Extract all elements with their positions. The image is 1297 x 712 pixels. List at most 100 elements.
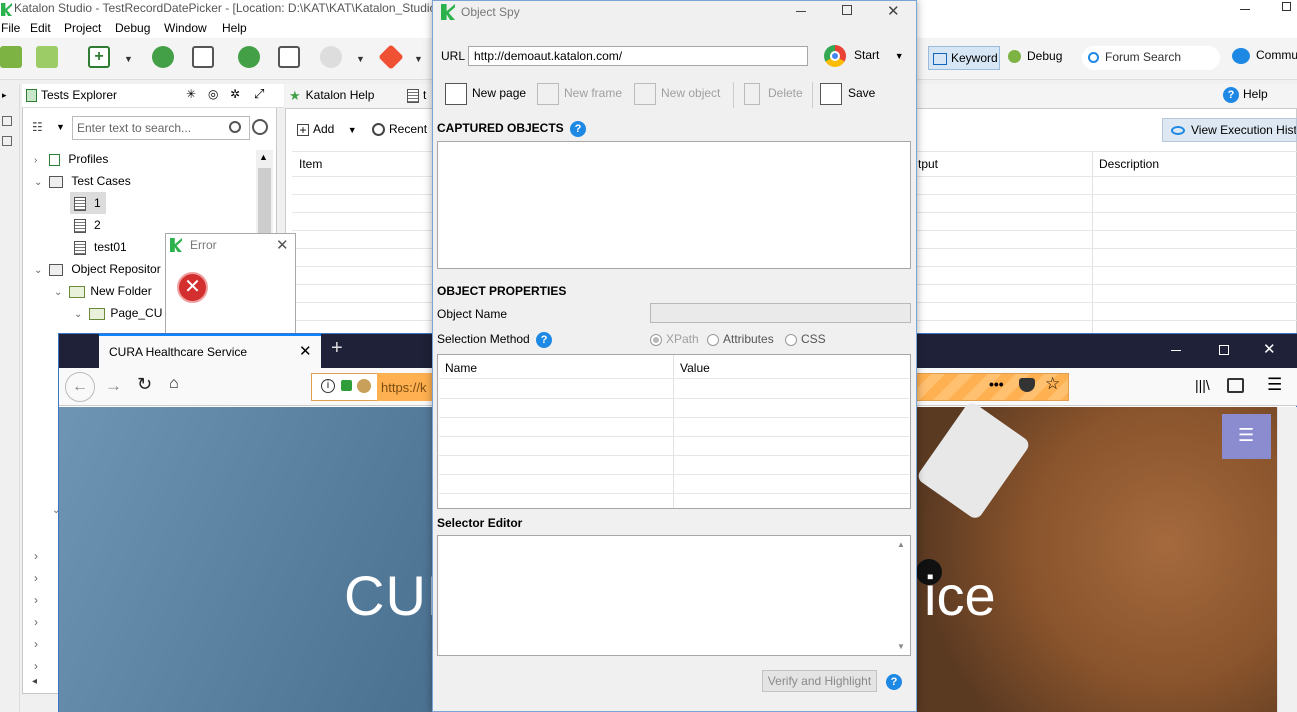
reload-button[interactable]: ↻ <box>137 374 152 395</box>
back-button[interactable]: ← <box>65 372 95 402</box>
library-icon[interactable]: |||\ <box>1195 377 1210 393</box>
chevron-down-icon[interactable]: ▼ <box>895 51 904 61</box>
community-button[interactable]: Commu <box>1232 48 1297 64</box>
chevron-down-icon[interactable]: ▼ <box>348 125 357 135</box>
link-icon[interactable]: ✲ <box>230 87 240 101</box>
chevron-right-icon[interactable]: › <box>34 593 38 607</box>
object-name-input[interactable] <box>650 303 911 323</box>
help-icon[interactable]: ? <box>570 121 587 137</box>
tree-item-test-case[interactable]: test01 <box>74 236 127 258</box>
advanced-search-icon[interactable] <box>252 119 268 135</box>
chevron-down-icon[interactable]: ⌄ <box>34 260 46 282</box>
menu-debug[interactable]: Debug <box>115 21 150 35</box>
keyword-perspective-button[interactable]: Keyword <box>928 46 1000 70</box>
info-icon[interactable]: i <box>321 379 335 393</box>
close-tab-icon[interactable]: ✕ <box>299 342 312 360</box>
maximize-panel-icon[interactable]: ⤢ <box>254 86 264 102</box>
chevron-right-icon[interactable]: › <box>34 659 38 673</box>
help-button[interactable]: ? Help <box>1223 87 1268 103</box>
minimize-icon[interactable] <box>1171 350 1181 351</box>
delete-button[interactable]: Delete <box>744 83 803 105</box>
verify-and-highlight-button[interactable]: Verify and Highlight <box>762 670 877 692</box>
filter-icon[interactable]: ◎ <box>208 87 218 101</box>
firefox-tab-cura[interactable]: CURA Healthcare Service ✕ <box>99 334 321 369</box>
run-icon[interactable] <box>320 46 342 68</box>
chevron-down-icon[interactable]: ▼ <box>414 54 423 64</box>
chevron-right-icon[interactable]: › <box>34 637 38 651</box>
git-icon[interactable] <box>378 44 404 70</box>
selector-editor-textarea[interactable]: ▲ ▼ <box>437 535 911 656</box>
chevron-down-icon[interactable]: ▼ <box>124 54 133 64</box>
close-icon[interactable]: ✕ <box>887 2 900 20</box>
tree-item-test-cases[interactable]: ⌄ Test Cases <box>34 170 131 192</box>
web-record-icon[interactable] <box>238 46 260 68</box>
panel-icon[interactable] <box>2 136 12 146</box>
mobile-spy-icon[interactable] <box>192 46 214 68</box>
tree-item-folder[interactable]: ⌄ New Folder <box>54 280 152 302</box>
minimize-icon[interactable] <box>1240 9 1250 10</box>
captured-objects-tree[interactable] <box>437 141 911 269</box>
save-all-icon[interactable] <box>36 46 58 68</box>
chevron-right-icon[interactable]: › <box>34 571 38 585</box>
new-frame-button[interactable]: New frame <box>537 83 622 105</box>
menu-window[interactable]: Window <box>164 21 207 35</box>
chevron-right-icon[interactable]: › <box>34 549 38 563</box>
menu-edit[interactable]: Edit <box>30 21 51 35</box>
site-menu-button[interactable]: ☰ <box>1222 414 1271 459</box>
explorer-filter-button[interactable]: ☷ ▼ <box>28 116 68 138</box>
search-icon[interactable] <box>229 121 241 133</box>
tree-item-test-case[interactable]: 1 <box>70 192 106 214</box>
tree-item-folder[interactable]: ⌄ Page_CU <box>74 302 162 324</box>
url-input[interactable]: http://demoaut.katalon.com/ <box>468 46 808 66</box>
recent-button[interactable]: Recent <box>372 122 427 137</box>
forum-search-input[interactable]: Forum Search <box>1082 46 1220 70</box>
explorer-search-input[interactable]: Enter text to search... <box>72 116 250 140</box>
close-icon[interactable]: ✕ <box>276 236 289 254</box>
menu-help[interactable]: Help <box>222 21 247 35</box>
tree-item-object-repository[interactable]: ⌄ Object Repositor <box>34 258 161 280</box>
tab-test-case[interactable]: t <box>407 88 426 103</box>
new-tab-button[interactable]: + <box>331 337 343 360</box>
help-icon[interactable]: ? <box>886 674 902 690</box>
chevron-down-icon[interactable]: ⌄ <box>74 304 86 326</box>
maximize-icon[interactable] <box>1219 345 1229 355</box>
tree-item-test-case[interactable]: 2 <box>74 214 101 236</box>
tracking-icon[interactable] <box>357 379 371 393</box>
chevron-right-icon[interactable]: › <box>34 615 38 629</box>
scroll-up-icon[interactable]: ▲ <box>259 152 268 162</box>
panel-icon[interactable] <box>2 116 12 126</box>
new-object-button[interactable]: New object <box>634 83 720 105</box>
add-step-button[interactable]: + Add ▼ <box>297 122 357 136</box>
help-icon[interactable]: ? <box>536 332 553 348</box>
page-actions-icon[interactable]: ••• <box>989 376 1004 392</box>
forward-button[interactable]: → <box>105 376 122 396</box>
view-execution-history-button[interactable]: View Execution Histo <box>1162 118 1297 142</box>
radio-css[interactable]: CSS <box>785 332 826 346</box>
scroll-thumb[interactable] <box>258 168 271 238</box>
sidebar-icon[interactable] <box>1227 378 1244 393</box>
scroll-down-icon[interactable]: ▼ <box>897 642 905 651</box>
firefox-scrollbar[interactable] <box>1277 407 1297 712</box>
mobile-record-icon[interactable] <box>278 46 300 68</box>
radio-xpath[interactable]: XPath <box>650 332 699 346</box>
save-icon[interactable] <box>0 46 22 68</box>
home-button[interactable]: ⌂ <box>169 375 179 393</box>
chevron-down-icon[interactable]: ⌄ <box>54 282 66 304</box>
close-icon[interactable]: ✕ <box>1263 340 1276 358</box>
chevron-down-icon[interactable]: ▼ <box>356 54 365 64</box>
restore-icon[interactable] <box>1282 2 1291 11</box>
debug-perspective-button[interactable]: Debug <box>1008 49 1062 64</box>
tab-katalon-help[interactable]: ★ Katalon Help <box>289 88 374 104</box>
save-button[interactable]: Save <box>820 83 875 105</box>
lock-icon[interactable] <box>341 380 352 391</box>
collapse-icon[interactable]: ✳ <box>186 87 196 101</box>
menu-file[interactable]: File <box>1 21 20 35</box>
hamburger-menu-icon[interactable]: ☰ <box>1267 375 1282 395</box>
new-page-button[interactable]: New page <box>445 83 526 105</box>
menu-project[interactable]: Project <box>64 21 101 35</box>
start-button[interactable]: Start ▼ <box>824 45 904 67</box>
minimize-icon[interactable] <box>796 11 806 12</box>
chevron-down-icon[interactable]: ⌄ <box>34 172 46 194</box>
restore-panel-icon[interactable]: ▸ <box>2 90 7 101</box>
bookmark-star-icon[interactable]: ☆ <box>1045 374 1060 394</box>
